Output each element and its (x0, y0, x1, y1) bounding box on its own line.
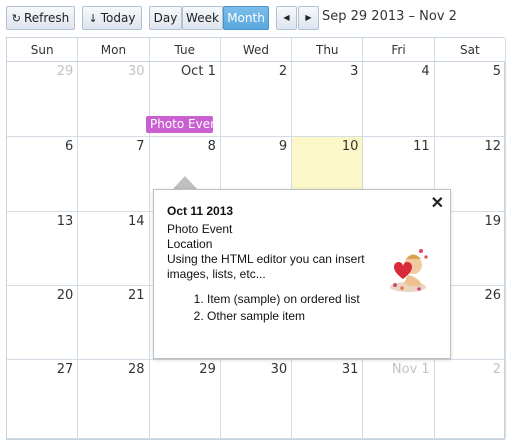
cupid-heart-image (390, 249, 428, 292)
day-number: 13 (56, 214, 74, 229)
view-week-button[interactable]: Week (182, 6, 223, 30)
day-cell[interactable]: 28 (78, 360, 150, 439)
day-number: 12 (484, 139, 501, 154)
calendar-event[interactable]: Photo Event (146, 116, 213, 133)
day-cell[interactable]: Nov 1 (363, 360, 435, 439)
day-cell[interactable]: 5 (434, 62, 506, 137)
day-cell[interactable]: 21 (78, 286, 150, 360)
day-of-week-header: Fri (363, 38, 435, 62)
refresh-icon: ↻ (11, 12, 21, 25)
day-cell[interactable]: 29 (149, 360, 221, 439)
day-number: 29 (56, 64, 74, 79)
day-number: 19 (484, 214, 501, 229)
popup-ordered-list: Item (sample) on ordered list Other samp… (189, 292, 360, 326)
date-range: Sep 29 2013 – Nov 2 (322, 9, 457, 24)
refresh-label: Refresh (23, 11, 70, 25)
popup-event-name: Photo Event (167, 222, 233, 236)
day-of-week-header: Sat (434, 38, 506, 62)
prev-button[interactable]: ◀ (276, 6, 297, 30)
day-number: 21 (128, 288, 145, 303)
day-number: 30 (128, 64, 145, 79)
day-number: 30 (270, 362, 288, 377)
day-number: 6 (65, 139, 74, 154)
day-cell[interactable]: 20 (7, 286, 79, 360)
day-number: 5 (492, 64, 501, 79)
day-cell[interactable]: 27 (7, 360, 79, 439)
day-cell[interactable]: 3 (292, 62, 364, 137)
day-number: 2 (492, 362, 501, 377)
day-number: 8 (207, 139, 216, 154)
view-day-button[interactable]: Day (149, 6, 182, 30)
popup-arrow (172, 176, 198, 190)
day-of-week-header: Sun (7, 38, 79, 62)
day-cell[interactable]: 29 (7, 62, 79, 137)
chevron-left-icon: ◀ (283, 13, 290, 22)
day-number: 4 (421, 64, 430, 79)
day-of-week-header: Thu (292, 38, 364, 62)
next-button[interactable]: ▶ (298, 6, 319, 30)
day-number: 14 (128, 214, 145, 229)
day-number: Oct 1 (180, 64, 216, 79)
day-number: 11 (413, 139, 430, 154)
popup-description-line1: Using the HTML editor you can insert (167, 252, 365, 266)
day-of-week-header: Mon (78, 38, 150, 62)
day-cell[interactable]: 6 (7, 137, 79, 212)
list-item: Item (sample) on ordered list (207, 292, 360, 307)
day-cell[interactable]: 30 (220, 360, 293, 439)
day-cell[interactable]: 2 (434, 360, 506, 439)
day-number: 9 (278, 139, 288, 154)
popup-description-line2: images, lists, etc... (167, 267, 266, 281)
day-cell[interactable]: 4 (363, 62, 435, 137)
day-number: Nov 1 (391, 362, 430, 377)
day-number: 3 (350, 64, 359, 79)
day-of-week-header: Wed (220, 38, 293, 62)
today-button[interactable]: ↓ Today (82, 6, 142, 30)
day-number: 28 (128, 362, 145, 377)
day-number: 20 (56, 288, 74, 303)
day-number: 10 (341, 139, 359, 154)
toolbar: ↻ Refresh ↓ Today Day Week Month ◀ ▶ Sep 2… (0, 0, 512, 36)
day-cell[interactable]: 30 (78, 62, 150, 137)
day-number: 2 (278, 64, 288, 79)
today-label: Today (100, 11, 136, 25)
popup-location: Location (167, 237, 213, 251)
day-number: 27 (56, 362, 74, 377)
day-number: 29 (199, 362, 216, 377)
day-number: 31 (341, 362, 359, 377)
down-arrow-icon: ↓ (88, 12, 98, 25)
day-cell[interactable]: 31 (292, 360, 364, 439)
day-cell[interactable]: 13 (7, 212, 79, 286)
refresh-button[interactable]: ↻ Refresh (6, 6, 75, 30)
popup-date: Oct 11 2013 (167, 204, 234, 218)
day-cell[interactable]: 7 (78, 137, 150, 212)
chevron-right-icon: ▶ (305, 13, 312, 22)
day-cell[interactable]: 14 (78, 212, 150, 286)
day-of-week-header: Tue (149, 38, 221, 62)
view-month-button[interactable]: Month (223, 6, 269, 30)
day-number: 7 (136, 139, 145, 154)
day-cell[interactable]: 2 (220, 62, 293, 137)
day-number: 26 (484, 288, 501, 303)
event-popup: Oct 11 2013 ✕ Photo Event Location Using… (153, 189, 451, 359)
close-icon[interactable]: ✕ (431, 196, 444, 212)
list-item: Other sample item (207, 309, 360, 324)
